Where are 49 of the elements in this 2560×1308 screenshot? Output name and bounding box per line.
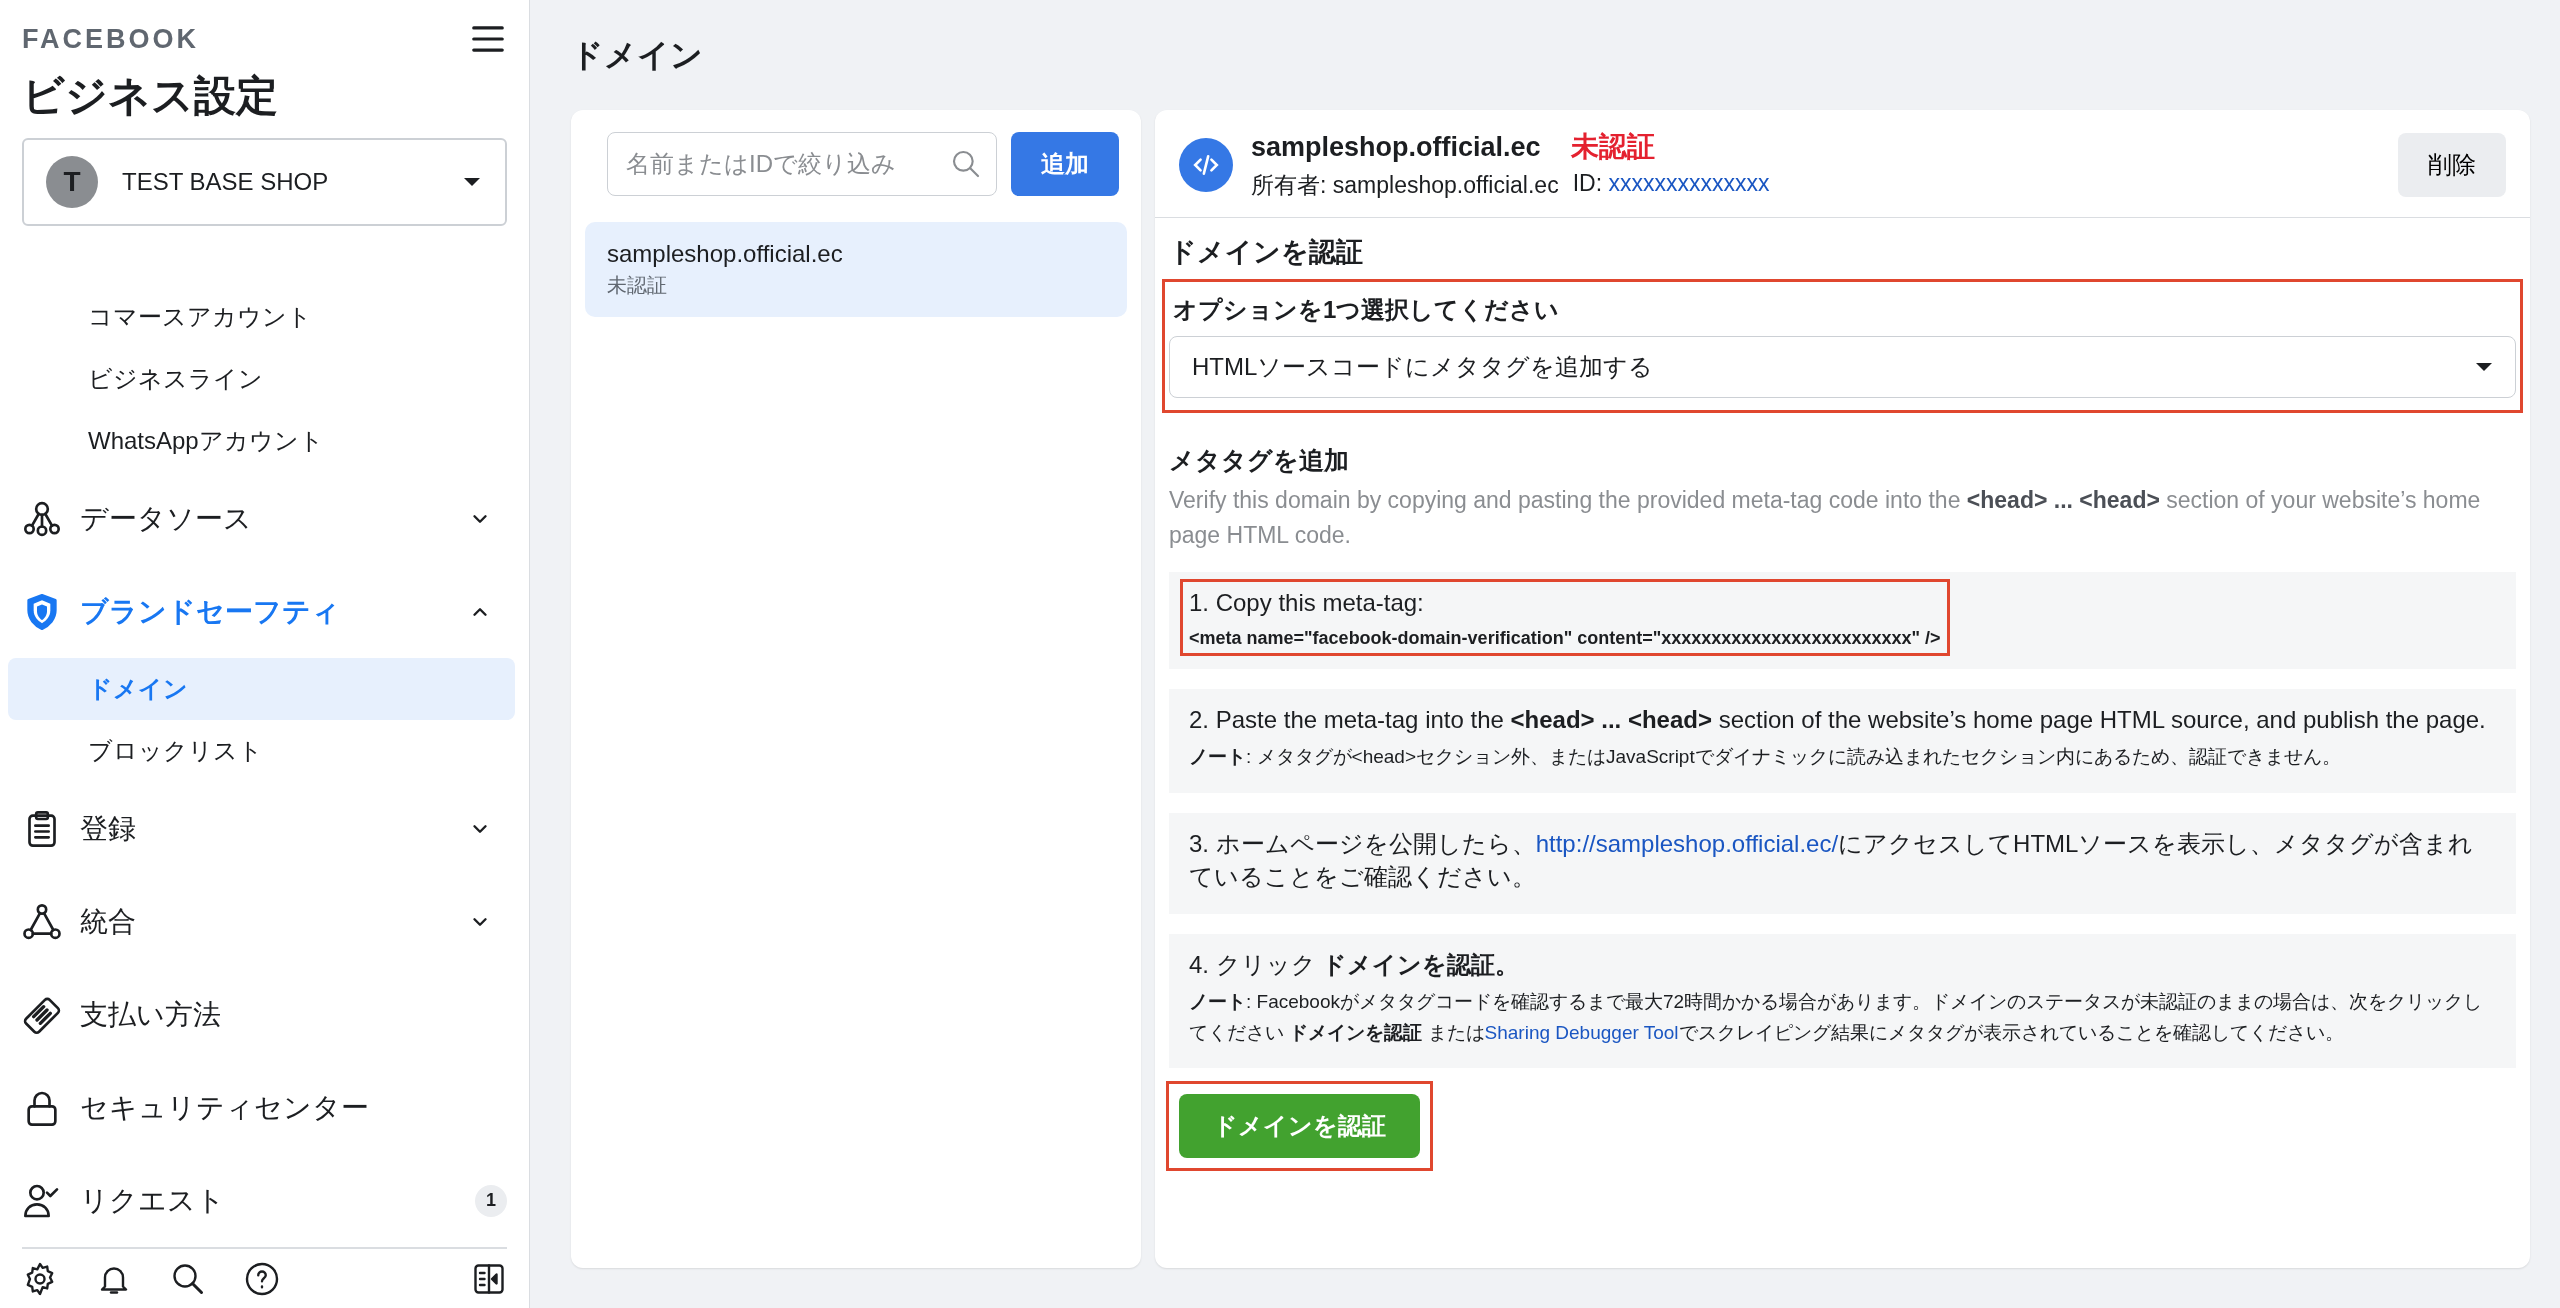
page-heading: ビジネス設定 — [22, 71, 279, 121]
step-text: 1. Copy this meta-tag: — [1189, 588, 1425, 618]
field-label: オプションを1つ選択してください — [1173, 295, 1561, 325]
logo-text: FACEBOOK — [22, 23, 199, 55]
code-icon — [1179, 137, 1233, 192]
avatar-circle: T — [46, 156, 98, 208]
status-label: 未認証 — [1570, 130, 1655, 164]
count-badge: 1 — [475, 1184, 507, 1217]
sidebar-subitem[interactable]: コマースアカウント — [8, 286, 515, 348]
page-title: ドメイン — [571, 36, 704, 75]
caret-icon — [2475, 362, 2493, 372]
caret-icon — [463, 177, 481, 187]
search-input: 名前またはIDで絞り込み — [624, 149, 950, 179]
id-link[interactable]: xxxxxxxxxxxxxx — [1608, 170, 1770, 196]
sidebar-item[interactable]: 統合 — [80, 902, 469, 941]
section-heading: ドメインを認証 — [1169, 236, 1364, 269]
sidebar-item[interactable]: 支払い方法 — [80, 995, 507, 1034]
code-snippet: <meta name="facebook-domain-verification" content="xxxxxxxxxxxxxxxxxxxxxxxxx" /> — [1189, 627, 1941, 649]
section-heading: メタタグを追加 — [1169, 445, 1350, 476]
sidebar-subitem[interactable]: ビジネスライン — [8, 348, 515, 410]
step-text: 3. ホームページを公開したら、http://sampleshop.official.ec/にアクセスしてHTMLソースを表示し、メタタグが含まれていることをご確認ください。 — [1189, 828, 2475, 893]
search-icon — [950, 148, 982, 180]
description-text: Verify this domain by copying and pasting the provided meta-tag code into the <head> ... <head> section of your website’s home page HTML code. — [1169, 486, 2482, 550]
sidebar-item[interactable]: セキュリティセンター — [80, 1088, 507, 1127]
sidebar-subitem[interactable]: WhatsAppアカウント — [8, 410, 515, 472]
step-text: 4. クリック ドメインを認証。 — [1189, 949, 1521, 980]
domain-name: sampleshop.official.ec — [1251, 132, 1541, 163]
sidebar-subitem[interactable]: ドメイン — [8, 658, 515, 720]
account-name: TEST BASE SHOP — [122, 168, 330, 196]
text-link[interactable]: Sharing Debugger Tool — [1484, 1021, 1679, 1043]
domain-list-item[interactable]: sampleshop.official.ec 未認証 — [585, 222, 1127, 317]
dropdown[interactable]: HTMLソースコードにメタタグを追加する — [1169, 336, 2516, 398]
step-text: 2. Paste the meta-tag into the <head> ... <head> section of the website’s home page HTML source, and publish the page. — [1189, 704, 2487, 735]
note-text: ノート: メタタグが<head>セクション外、またはJavaScriptでダイナミックに読み込まれたセクション内にあるため、認証できません。 — [1189, 745, 2342, 770]
id-label: ID: — [1572, 170, 1603, 196]
sidebar-item[interactable]: リクエスト — [80, 1181, 475, 1220]
search-field[interactable]: 名前またはIDで絞り込み — [607, 132, 997, 196]
triangle-nodes-icon — [22, 901, 62, 942]
sidebar-item[interactable]: ブランドセーフティ — [80, 592, 469, 631]
sidebar-item[interactable]: データソース — [80, 499, 469, 538]
owner-text: 所有者: sampleshop.official.ec — [1251, 171, 1559, 200]
account-selector[interactable]: T TEST BASE SHOP — [22, 138, 507, 226]
delete-button[interactable]: 削除 — [2398, 132, 2506, 197]
add-button[interactable]: 追加 — [1011, 132, 1119, 196]
note-text: ノート: Facebookがメタタグコードを確認するまで最大72時間かかる場合があります。ドメインのステータスが未認証のままの場合は、次をクリックしてください ドメインを認証 またはSharing Debugger Toolでスクレイピング結果にメタタグが表示されていることを確認してください。 — [1189, 990, 2484, 1045]
text-link[interactable]: http://sampleshop.official.ec/ — [1535, 829, 1839, 857]
sidebar-subitem[interactable]: ブロックリスト — [8, 720, 515, 782]
help-icon[interactable] — [244, 1260, 280, 1297]
sidebar-item[interactable]: 登録 — [80, 809, 469, 848]
